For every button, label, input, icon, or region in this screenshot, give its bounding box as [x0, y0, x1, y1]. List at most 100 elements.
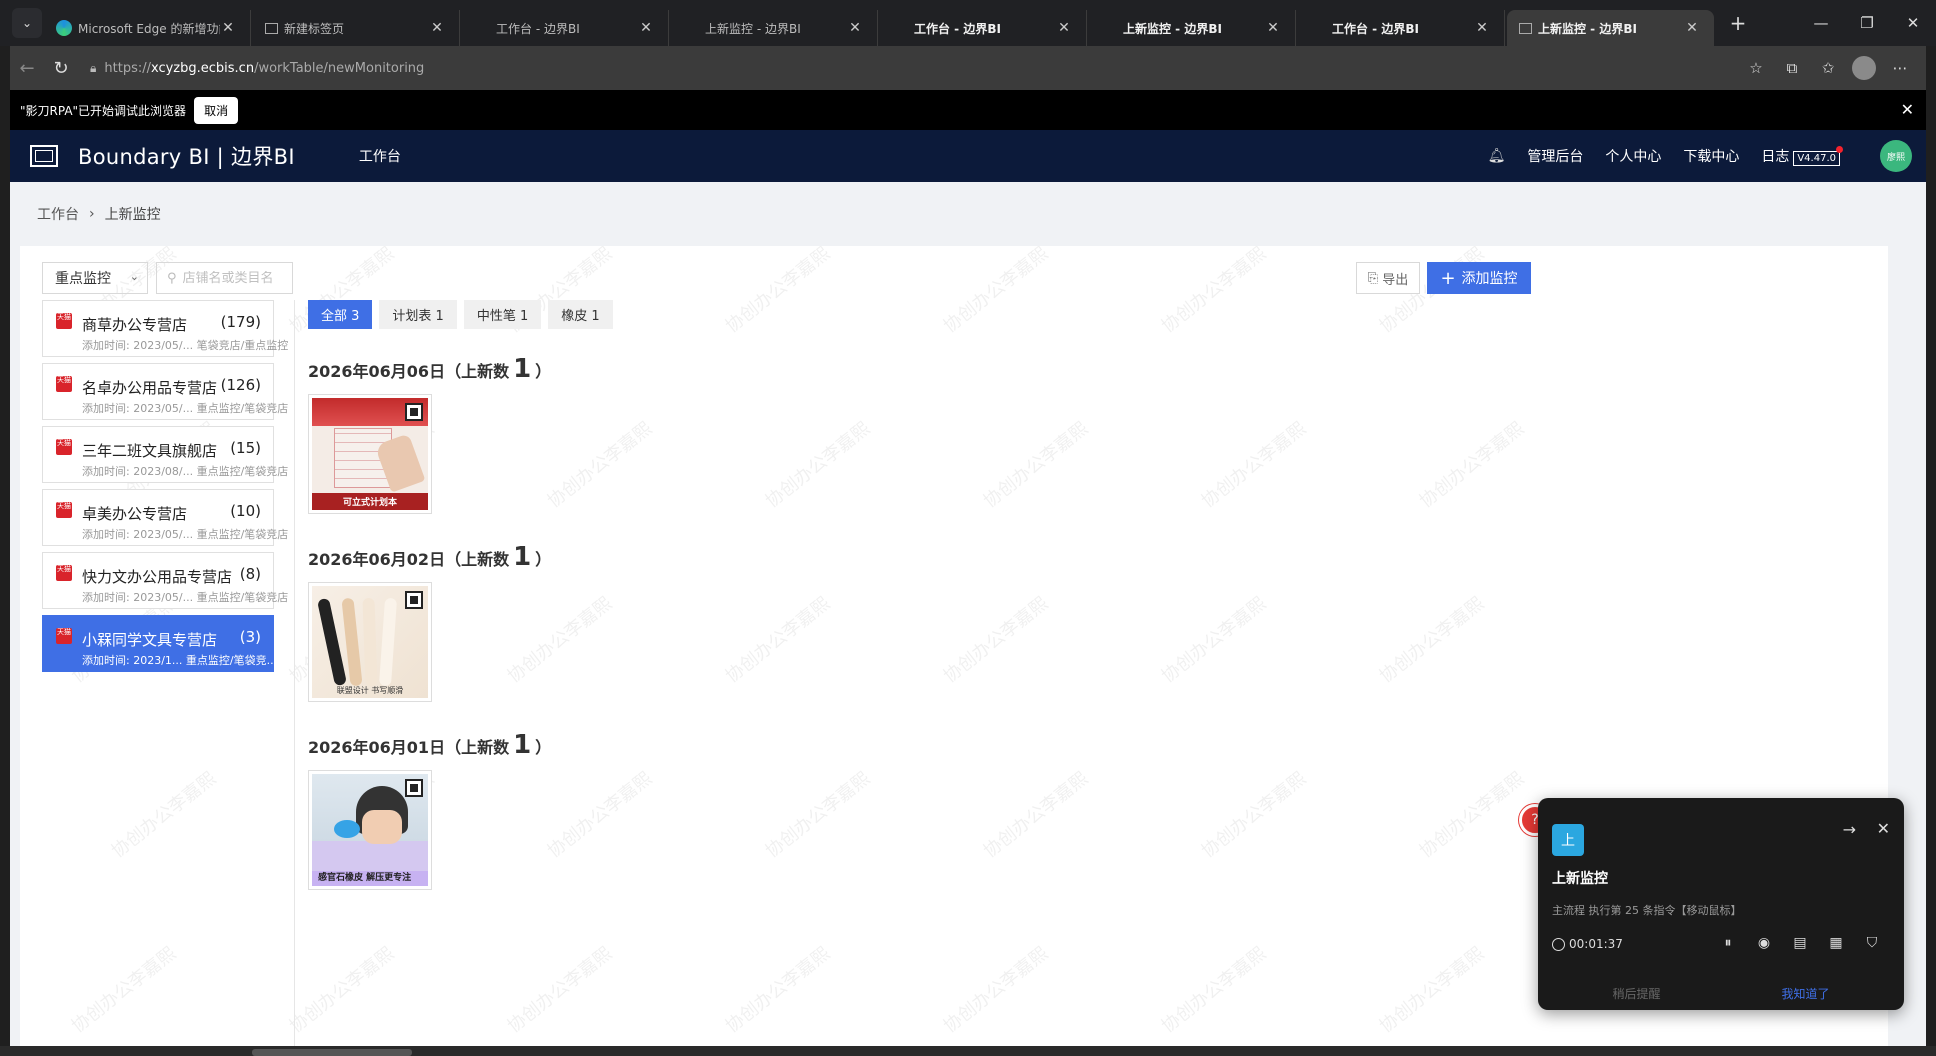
product-thumbnail[interactable]: 感官石橡皮 解压更专注 [308, 770, 432, 890]
qr-code-icon[interactable] [405, 591, 423, 609]
nav-workbench[interactable]: 工作台 [359, 146, 401, 166]
shop-count: (15) [230, 439, 261, 457]
close-tab-icon[interactable]: ✕ [1265, 20, 1281, 36]
chevron-down-icon: ⌄ [129, 270, 139, 283]
browser-tab-title: 新建标签页 [284, 21, 345, 36]
browser-tab[interactable]: 工作台 - 边界BI ✕ [1298, 10, 1505, 46]
url-field[interactable]: 🔒︎ https://xcyzbg.ecbis.cn/workTable/new… [86, 53, 1728, 83]
watermark-text: 协创办公李嘉熙 [1157, 246, 1271, 338]
category-tab[interactable]: 中性笔 1 [463, 300, 542, 329]
new-tab-button[interactable]: + [1720, 11, 1756, 35]
product-image: 感官石橡皮 解压更专注 [312, 774, 428, 886]
close-tab-icon[interactable]: ✕ [1684, 20, 1700, 36]
add-monitor-button[interactable]: + 添加监控 [1427, 262, 1531, 294]
table-icon[interactable]: ▦ [1818, 935, 1854, 951]
nav-personal[interactable]: 个人中心 [1605, 146, 1661, 166]
pause-icon[interactable]: ⏸ [1710, 935, 1746, 951]
browser-tab-title: 工作台 - 边界BI [1332, 21, 1419, 36]
close-tab-icon[interactable]: ✕ [1474, 20, 1490, 36]
address-bar-row: ← ↻ 🔒︎ https://xcyzbg.ecbis.cn/workTable… [10, 46, 1926, 90]
close-window-button[interactable]: ✕ [1890, 0, 1936, 46]
favorite-star-icon[interactable]: ☆ [1738, 59, 1774, 77]
category-tab[interactable]: 全部 3 [308, 300, 373, 329]
arrow-right-icon[interactable]: → [1843, 820, 1856, 839]
qr-code-icon[interactable] [405, 403, 423, 421]
minimize-button[interactable]: — [1798, 0, 1844, 46]
close-icon[interactable]: ✕ [1901, 100, 1914, 119]
tmall-icon: 天猫 [56, 376, 72, 392]
shop-name: 商草办公专营店 [82, 316, 188, 334]
horizontal-scrollbar[interactable] [252, 1049, 412, 1056]
close-tab-icon[interactable]: ✕ [220, 20, 236, 36]
edge-icon [56, 20, 72, 36]
product-thumbnail[interactable]: 联盟设计 书写顺滑 [308, 582, 432, 702]
watermark-text: 协创办公李嘉熙 [761, 768, 875, 863]
category-tab[interactable]: 计划表 1 [379, 300, 457, 329]
shop-info: 添加时间: 2023/08/... 重点监控/笔袋竞店 [82, 465, 289, 478]
browser-tab[interactable]: 新建标签页 ✕ [253, 10, 460, 46]
qr-code-icon[interactable] [405, 779, 423, 797]
shop-item[interactable]: 天猫 商草办公专营店 (179) 添加时间: 2023/05/... 笔袋竞店/重点监… [42, 300, 288, 357]
shop-count: (10) [230, 502, 261, 520]
close-tab-icon[interactable]: ✕ [847, 20, 863, 36]
search-input[interactable] [182, 270, 283, 286]
nav-log[interactable]: 日志 V4.47.0 [1761, 146, 1840, 166]
rpa-bottom-actions: 稍后提醒 我知道了 [1552, 978, 1890, 1008]
pen-graphic [362, 597, 378, 687]
profile-avatar[interactable] [1852, 56, 1876, 80]
monitor-group-select[interactable]: 重点监控 ⌄ [42, 262, 148, 294]
eraser-graphic [334, 820, 360, 838]
shield-icon[interactable]: ⛉ [1854, 935, 1890, 951]
close-tab-icon[interactable]: ✕ [1056, 20, 1072, 36]
nav-download[interactable]: 下载中心 [1683, 146, 1739, 166]
product-thumbnail[interactable]: 可立式计划本 [308, 394, 432, 514]
nav-admin[interactable]: 管理后台 [1527, 146, 1583, 166]
shop-item[interactable]: 天猫 三年二班文具旗舰店 (15) 添加时间: 2023/08/... 重点监控/笔袋… [42, 426, 288, 483]
favorites-icon[interactable]: ✩ [1810, 59, 1846, 77]
log-icon[interactable]: ▤ [1782, 935, 1818, 951]
remind-later-button[interactable]: 稍后提醒 [1612, 985, 1660, 1002]
restore-button[interactable]: ❐ [1844, 0, 1890, 46]
browser-tab-title: 工作台 - 边界BI [496, 21, 580, 36]
shop-item[interactable]: 天猫 名卓办公用品专营店 (126) 添加时间: 2023/05/... 重点监控/笔… [42, 363, 288, 420]
browser-tab[interactable]: 上新监控 - 边界BI ✕ [671, 10, 878, 46]
watermark-text: 协创办公李嘉熙 [939, 943, 1053, 1038]
extensions-icon[interactable]: ⧉ [1774, 59, 1810, 77]
shop-item[interactable]: 天猫 小槑同学文具专营店 (3) 添加时间: 2023/1... 重点监控/笔袋竞..… [42, 615, 278, 672]
category-tab[interactable]: 橡皮 1 [548, 300, 613, 329]
product-image: 可立式计划本 [312, 398, 428, 510]
shop-item[interactable]: 天猫 快力文办公用品专营店 (8) 添加时间: 2023/05/... 重点监控/笔袋… [42, 552, 288, 609]
rpa-cancel-button[interactable]: 取消 [194, 96, 239, 124]
watermark-text: 协创办公李嘉熙 [721, 246, 835, 338]
stop-icon[interactable]: ◉ [1746, 935, 1782, 951]
back-button[interactable]: ← [10, 58, 44, 79]
shop-info: 添加时间: 2023/05/... 笔袋竞店/重点监控 [82, 339, 289, 352]
shop-item[interactable]: 天猫 卓美办公专营店 (10) 添加时间: 2023/05/... 重点监控/笔袋竞店 [42, 489, 288, 546]
watermark-text: 协创办公李嘉熙 [1157, 593, 1271, 688]
export-button[interactable]: ⎘ 导出 [1356, 262, 1420, 294]
browser-tab[interactable]: 工作台 - 边界BI ✕ [880, 10, 1087, 46]
close-tab-icon[interactable]: ✕ [638, 20, 654, 36]
shop-name: 快力文办公用品专营店 [82, 568, 233, 586]
browser-tab[interactable]: 上新监控 - 边界BI ✕ [1089, 10, 1296, 46]
browser-tab[interactable]: 上新监控 - 边界BI ✕ [1507, 10, 1714, 46]
close-tab-icon[interactable]: ✕ [429, 20, 445, 36]
shop-info: 添加时间: 2023/1... 重点监控/笔袋竞... [82, 654, 278, 667]
browser-tab[interactable]: Microsoft Edge 的新增功能 ✕ [44, 10, 251, 46]
bell-icon[interactable]: 🔔︎ [1488, 148, 1506, 164]
got-it-button[interactable]: 我知道了 [1781, 985, 1829, 1002]
more-menu-icon[interactable]: ⋯ [1882, 59, 1918, 77]
refresh-button[interactable]: ↻ [44, 58, 78, 79]
watermark-text: 协创办公李嘉熙 [939, 246, 1053, 338]
browser-tab[interactable]: 工作台 - 边界BI ✕ [462, 10, 669, 46]
close-icon[interactable]: ✕ [1877, 819, 1890, 838]
watermark-text: 协创办公李嘉熙 [1375, 943, 1489, 1038]
tab-actions-menu-button[interactable]: ⌄ [12, 8, 42, 38]
watermark-text: 协创办公李嘉熙 [67, 943, 181, 1038]
shop-count: (3) [239, 628, 261, 646]
breadcrumb-root[interactable]: 工作台 [37, 204, 79, 224]
search-box[interactable]: ⚲ [156, 262, 293, 294]
rpa-status: 主流程 执行第 25 条指令【移动鼠标】 [1552, 904, 1742, 917]
user-avatar[interactable]: 廖熙 [1880, 140, 1912, 172]
day-date: 2026年06月06日 [308, 362, 446, 381]
